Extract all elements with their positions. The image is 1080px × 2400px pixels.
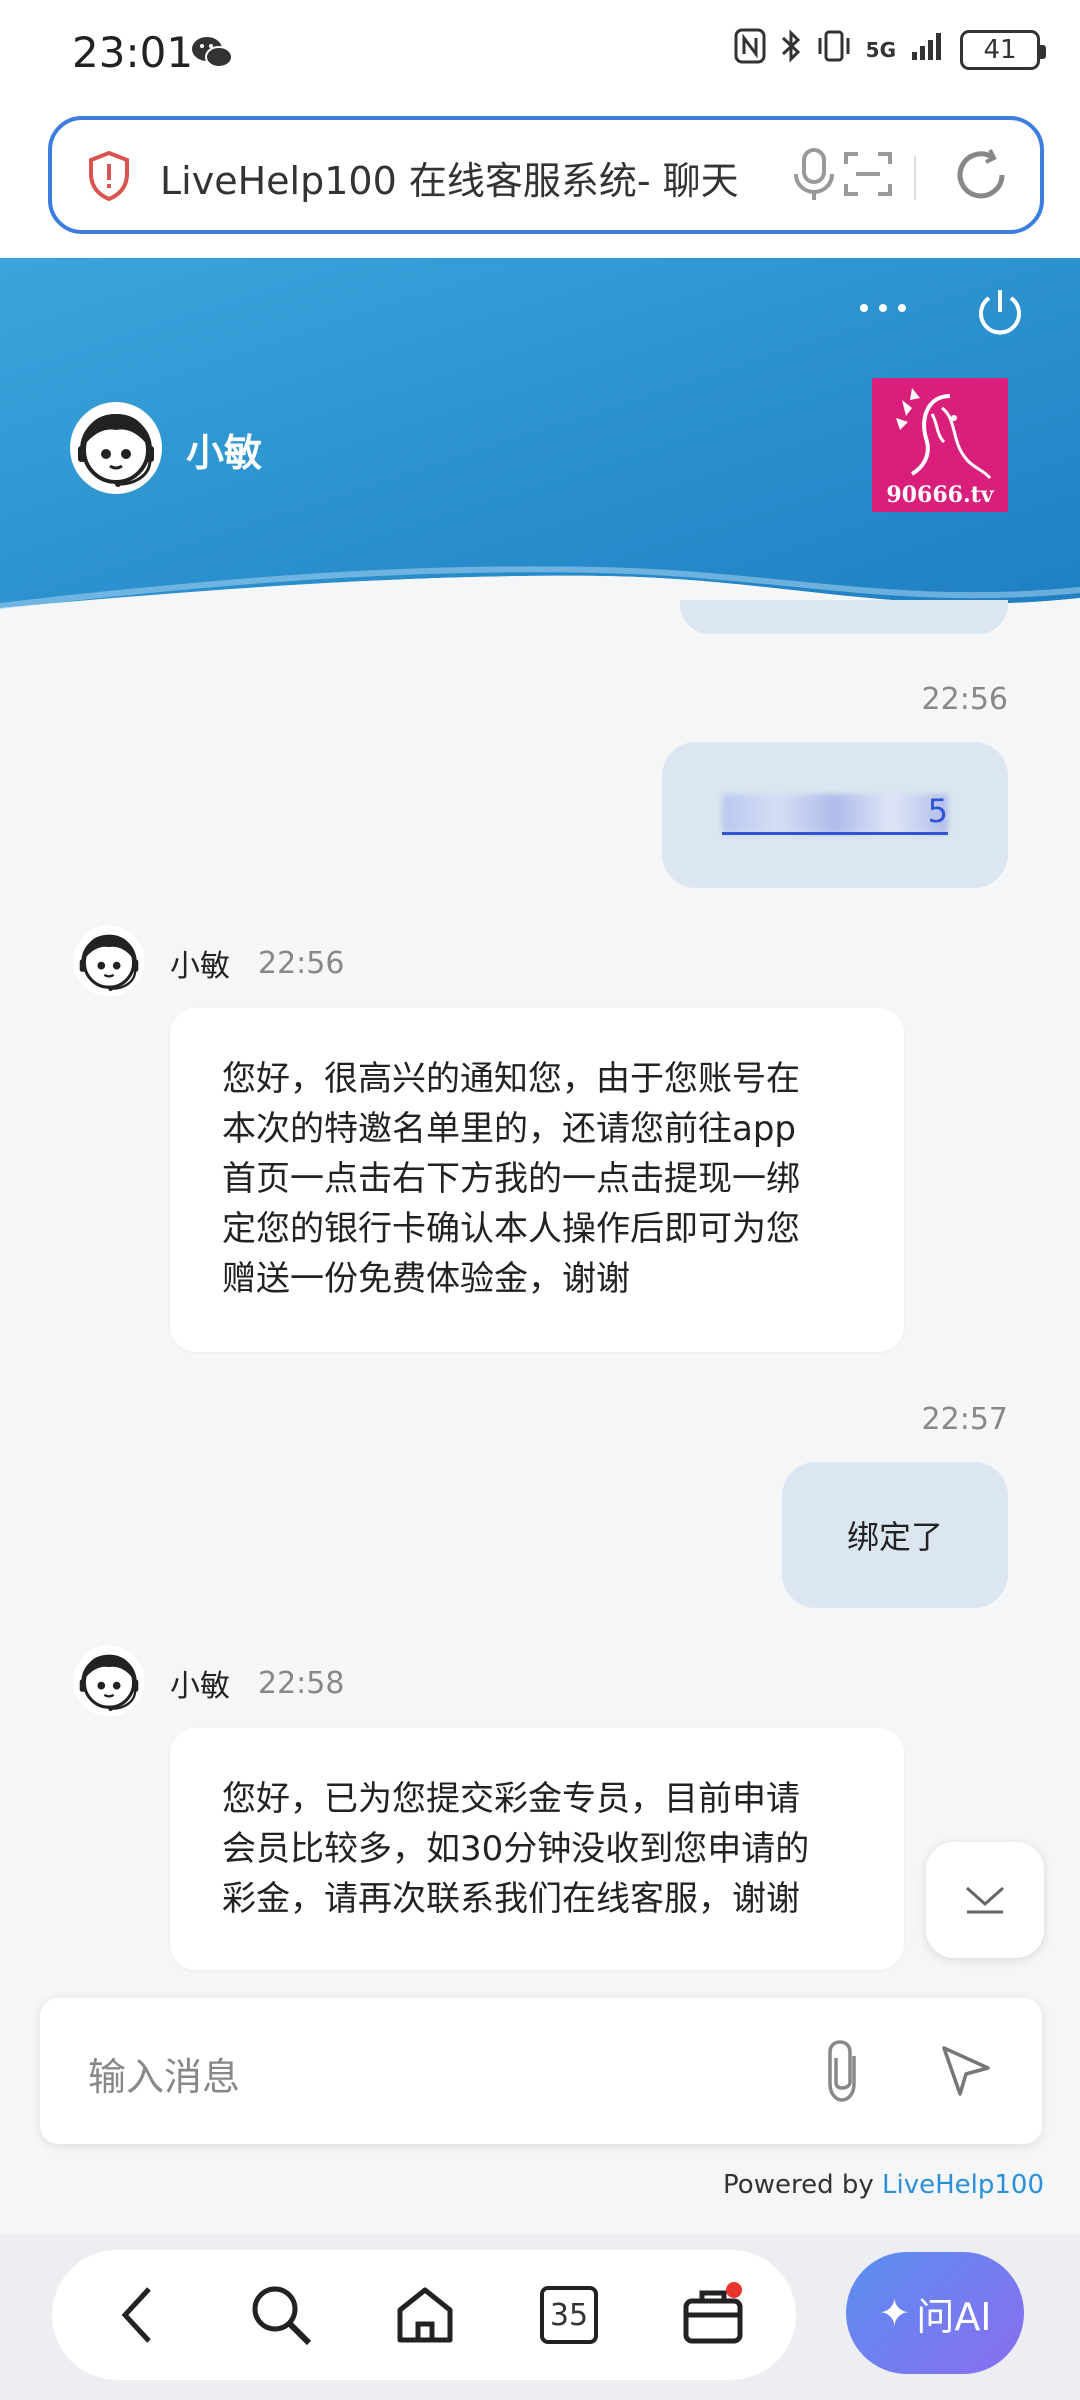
agent-avatar	[68, 400, 164, 500]
browser-toolbar: LiveHelp100 在线客服系统- 聊天	[0, 104, 1080, 258]
logo-text: 90666.tv	[886, 482, 994, 508]
message-input-bar[interactable]: 输入消息	[40, 1998, 1042, 2144]
bluetooth-icon	[780, 28, 802, 72]
notification-dot	[726, 2282, 742, 2298]
shield-warning-icon[interactable]	[86, 150, 132, 206]
url-text[interactable]: LiveHelp100 在线客服系统- 聊天	[160, 150, 780, 205]
message-line: 首页一点击右下方我的一点击提现一绑	[222, 1159, 800, 1199]
sparkle-icon: ✦	[878, 2291, 911, 2335]
agent-message-time: 22:56	[258, 945, 345, 981]
message-line: 您好，已为您提交彩金专员，目前申请	[222, 1779, 800, 1819]
agent-name: 小敏	[186, 431, 263, 475]
message-line: 本次的特邀名单里的，还请您前往app	[222, 1109, 796, 1149]
network-label: 5G	[865, 38, 896, 62]
agent-avatar-small	[72, 1644, 146, 1722]
tabs-button[interactable]: 35	[534, 2280, 604, 2350]
status-icons: 5G 41	[734, 28, 1046, 72]
nfc-icon	[734, 28, 766, 72]
status-time: 23:01	[72, 28, 194, 77]
message-line: 定您的银行卡确认本人操作后即可为您	[222, 1209, 800, 1249]
back-icon[interactable]	[102, 2280, 172, 2350]
microphone-icon[interactable]	[792, 146, 836, 208]
agent-message-name: 小敏	[170, 949, 230, 984]
agent-message-meta: 小敏 22:56	[72, 924, 344, 1002]
more-options-icon[interactable]	[858, 298, 908, 322]
message-input[interactable]: 输入消息	[88, 2046, 240, 2101]
message-line: 您好，很高兴的通知您，由于您账号在	[222, 1059, 800, 1099]
briefcase-icon[interactable]	[678, 2280, 748, 2350]
redacted-link[interactable]: 5	[722, 792, 948, 838]
link-underline	[722, 832, 948, 835]
chevron-down-icon	[963, 1880, 1007, 1920]
tab-count: 35	[549, 2297, 589, 2333]
ask-ai-button[interactable]: ✦ 问AI	[846, 2252, 1024, 2374]
agent-message-bubble: 您好，很高兴的通知您，由于您账号在 本次的特邀名单里的，还请您前往app 首页一…	[170, 1008, 904, 1352]
vibrate-icon	[816, 28, 852, 72]
message-timestamp: 22:57	[921, 1402, 1008, 1437]
agent-message-meta: 小敏 22:58	[72, 1644, 344, 1722]
agent-avatar-small	[72, 924, 146, 1002]
agent-message-name: 小敏	[170, 1669, 230, 1704]
user-message-text: 绑定了	[846, 1518, 943, 1556]
chat-header: 小敏 90666.tv	[0, 258, 1080, 618]
powered-by-prefix: Powered by	[723, 2170, 882, 2200]
scroll-to-bottom-button[interactable]	[926, 1842, 1044, 1958]
link-tail[interactable]: 5	[928, 792, 948, 830]
site-logo: 90666.tv	[872, 378, 1008, 512]
message-timestamp: 22:56	[921, 682, 1008, 717]
message-line: 彩金，请再次联系我们在线客服，谢谢	[222, 1879, 800, 1919]
home-icon[interactable]	[390, 2280, 460, 2350]
address-bar[interactable]: LiveHelp100 在线客服系统- 聊天	[48, 116, 1044, 234]
powered-by: Powered by LiveHelp100	[723, 2170, 1044, 2200]
agent-message-time: 22:58	[258, 1665, 345, 1701]
battery-level: 41	[983, 35, 1017, 65]
logo-figure	[896, 388, 992, 479]
battery-indicator: 41	[960, 30, 1046, 70]
user-message-bubble[interactable]: 5	[662, 742, 1008, 888]
toolbar-divider	[914, 156, 916, 200]
scan-icon[interactable]	[842, 148, 894, 204]
reload-icon[interactable]	[952, 146, 1010, 208]
redacted-blur	[722, 794, 948, 834]
agent-message-bubble: 您好，已为您提交彩金专员，目前申请 会员比较多，如30分钟没收到您申请的 彩金，…	[170, 1728, 904, 1970]
status-bar: 23:01 5G 41	[0, 0, 1080, 104]
search-icon[interactable]	[246, 2280, 316, 2350]
ask-ai-label[interactable]: 问AI	[916, 2286, 991, 2341]
signal-icon	[910, 30, 946, 70]
wechat-icon	[190, 34, 234, 76]
powered-by-link[interactable]: LiveHelp100	[882, 2170, 1044, 2200]
send-icon[interactable]	[938, 2042, 994, 2102]
user-message-bubble: 绑定了	[782, 1462, 1008, 1608]
message-line: 会员比较多，如30分钟没收到您申请的	[222, 1829, 810, 1869]
attachment-icon[interactable]	[820, 2038, 866, 2108]
power-icon[interactable]	[972, 284, 1028, 344]
message-line: 赠送一份免费体验金，谢谢	[222, 1259, 630, 1299]
previous-message-bubble	[680, 600, 1008, 634]
